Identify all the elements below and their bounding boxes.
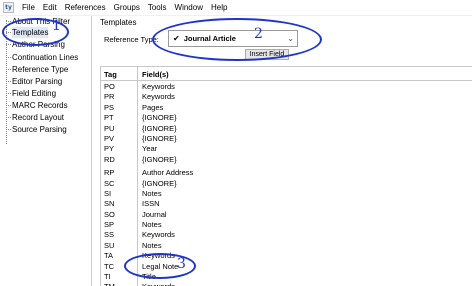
field-cell[interactable]: {IGNORE} [142,179,177,189]
table-row[interactable]: SI Notes [101,189,472,199]
tag-cell: TA [104,251,114,261]
annotation-ellipse-2 [152,18,322,61]
tag-column-header[interactable]: Tag [104,70,117,79]
tag-cell: PS [104,102,115,112]
table-row[interactable]: RP Author Address [101,168,472,178]
field-cell[interactable]: Notes [142,189,162,199]
tag-cell: TM [104,282,115,286]
tag-cell: SU [104,240,115,250]
table-row[interactable]: PT {IGNORE} [101,113,472,123]
field-cell[interactable]: Year [142,144,157,154]
table-header: Tag Field(s) [101,67,472,81]
tag-cell: RD [104,154,115,164]
field-cell[interactable]: ISSN [142,199,160,209]
fields-column-header[interactable]: Field(s) [142,70,169,79]
tag-cell: SN [104,199,115,209]
table-row[interactable]: TM Keywords [101,282,472,286]
field-cell[interactable]: Notes [142,220,162,230]
field-cell[interactable]: {IGNORE} [142,113,177,123]
menu-references[interactable]: References [61,0,110,16]
tag-cell: SI [104,188,112,198]
menu-tools[interactable]: Tools [144,0,171,16]
tree-item-label: Editor Parsing [12,77,63,86]
table-row[interactable]: SU Notes [101,241,472,251]
field-cell[interactable]: Keywords [142,282,175,286]
table-row[interactable]: PR Keywords [101,92,472,102]
tree-item-editor-parsing[interactable]: Editor Parsing [6,76,62,87]
table-row[interactable]: SP Notes [101,220,472,230]
tag-cell: SS [104,230,115,240]
table-row[interactable]: SN ISSN [101,199,472,209]
tag-cell: TC [104,261,114,271]
tag-cell: PY [104,144,115,154]
tree-item-continuation-lines[interactable]: Continuation Lines [6,52,78,63]
tree-item-reference-type[interactable]: Reference Type [6,64,68,75]
field-cell[interactable]: Journal [142,210,167,220]
tag-cell: PR [104,92,115,102]
field-cell[interactable]: Keywords [142,92,175,102]
table-row[interactable]: PU {IGNORE} [101,124,472,134]
tag-cell: SP [104,220,115,230]
field-cell[interactable]: Keywords [142,82,175,92]
table-row[interactable]: SC {IGNORE} [101,179,472,189]
tree-item-label: Field Editing [12,89,57,98]
annotation-number-2: 2 [254,26,263,42]
tree-item-marc-records[interactable]: MARC Records [6,100,68,111]
field-cell[interactable]: Notes [142,241,162,251]
tag-cell: PV [104,133,115,143]
tree-item-label: MARC Records [12,101,68,110]
tag-cell: PT [104,113,114,123]
table-row[interactable]: RD {IGNORE} [101,155,472,165]
tag-cell: RP [104,168,115,178]
tree-item-label: Source Parsing [12,125,67,134]
field-cell[interactable]: Author Address [142,168,193,178]
tag-cell: PO [104,82,115,91]
tree-item-label: Record Layout [12,113,65,122]
table-row[interactable]: PV {IGNORE} [101,134,472,144]
field-cell[interactable]: {IGNORE} [142,124,177,134]
tag-cell: TI [104,272,111,282]
annotation-number-3: 3 [177,256,186,272]
table-row[interactable]: SS Keywords [101,230,472,240]
menu-edit[interactable]: Edit [39,0,61,16]
templates-group-title: Templates [100,18,137,27]
tag-cell: PU [104,123,115,133]
tag-cell: SC [104,178,115,188]
menu-window[interactable]: Window [171,0,207,16]
table-row[interactable]: PS Pages [101,103,472,113]
table-row[interactable]: PO Keywords [101,82,472,92]
tree-item-label: Continuation Lines [12,53,79,62]
table-row[interactable]: PY Year [101,144,472,154]
menu-bar: ty File Edit References Groups Tools Win… [0,0,472,16]
tag-cell: SO [104,209,115,219]
annotation-number-1: 1 [52,18,61,34]
tree-item-record-layout[interactable]: Record Layout [6,112,64,123]
app-icon: ty [3,2,14,13]
menu-groups[interactable]: Groups [110,0,144,16]
field-cell[interactable]: Keywords [142,230,175,240]
reference-type-label: Reference Type: [104,35,159,44]
field-cell[interactable]: Pages [142,103,163,113]
menu-help[interactable]: Help [207,0,231,16]
field-cell[interactable]: {IGNORE} [142,134,177,144]
tree-item-label: Reference Type [12,65,69,74]
tree-item-source-parsing[interactable]: Source Parsing [6,124,67,135]
tree-item-field-editing[interactable]: Field Editing [6,88,56,99]
menu-file[interactable]: File [18,0,39,16]
field-cell[interactable]: {IGNORE} [142,155,177,165]
table-row[interactable]: SO Journal [101,210,472,220]
filter-tree-panel: About This Filter Templates Author Parsi… [0,16,92,286]
